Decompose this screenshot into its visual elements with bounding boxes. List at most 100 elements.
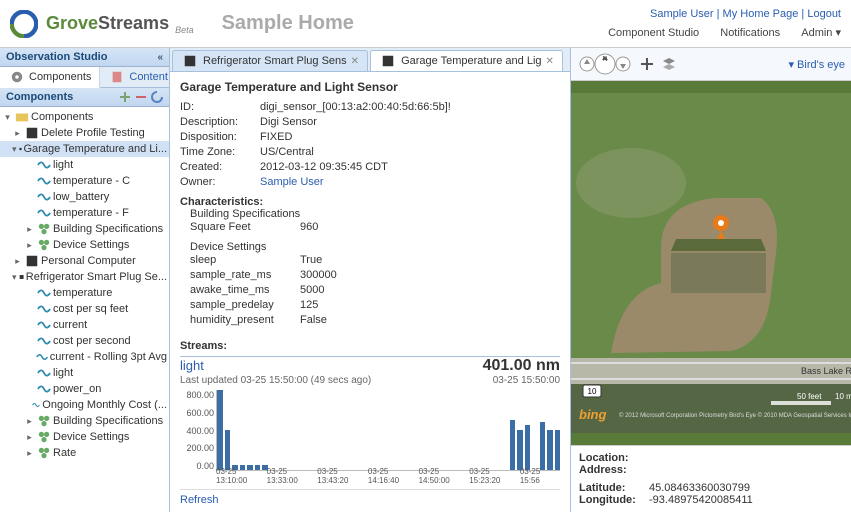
predelay-label: sample_predelay: [190, 298, 300, 313]
stream-light-ts: 03-25 15:50:00: [493, 375, 560, 386]
top-nav: Component Studio Notifications Admin ▾: [590, 26, 841, 39]
tree-ongoing[interactable]: Ongoing Monthly Cost (...: [0, 397, 169, 413]
add-icon[interactable]: [119, 91, 131, 103]
tree-light2[interactable]: light: [0, 365, 169, 381]
tree-current[interactable]: current: [0, 317, 169, 333]
owner-link[interactable]: Sample User: [260, 176, 324, 188]
remove-icon[interactable]: [135, 91, 147, 103]
tree-fridge[interactable]: ▾Refrigerator Smart Plug Se...: [0, 269, 169, 285]
stream-icon: [37, 334, 51, 348]
nav-admin[interactable]: Admin ▾: [801, 26, 841, 39]
stream-light-name[interactable]: light: [180, 358, 204, 373]
right-column: N ▾ Bird's eye Bass Lake Rd 10 50 feet10…: [571, 48, 851, 512]
tab-fridge-label: Refrigerator Smart Plug Sens: [203, 55, 347, 67]
group-icon: [37, 430, 51, 444]
nav-notifications[interactable]: Notifications: [720, 27, 780, 39]
tree-temp-c[interactable]: temperature - C: [0, 173, 169, 189]
desc-value: Digi Sensor: [260, 115, 317, 130]
lon-label: Longitude:: [579, 494, 649, 506]
lat-value: 45.08463360030799: [649, 482, 750, 494]
svg-text:bing: bing: [579, 407, 606, 422]
compass-icon[interactable]: N: [577, 52, 633, 76]
tree-light[interactable]: light: [0, 157, 169, 173]
close-icon[interactable]: ✕: [546, 56, 554, 67]
tree-cost-sec[interactable]: cost per second: [0, 333, 169, 349]
characteristics-label: Characteristics:: [180, 196, 560, 208]
tab-components[interactable]: Components: [0, 67, 100, 88]
page-title: Sample Home: [222, 12, 354, 35]
nav-component-studio[interactable]: Component Studio: [608, 27, 699, 39]
sleep-value: True: [300, 253, 322, 268]
refresh-icon[interactable]: [151, 91, 163, 103]
srate-label: sample_rate_ms: [190, 268, 300, 283]
component-icon: [25, 254, 39, 268]
tree-temperature[interactable]: temperature: [0, 285, 169, 301]
awake-label: awake_time_ms: [190, 283, 300, 298]
tab-content-label: Content: [129, 71, 168, 83]
tree-personal-comp[interactable]: ▸Personal Computer: [0, 253, 169, 269]
map-image: Bass Lake Rd 10 50 feet10 m bing © 2012 …: [571, 81, 851, 445]
component-tree[interactable]: ▾Components ▸Delete Profile Testing ▾Gar…: [0, 107, 169, 512]
tree-build-spec2[interactable]: ▸Building Specifications: [0, 413, 169, 429]
predelay-value: 125: [300, 298, 318, 313]
beta-label: Beta: [175, 25, 194, 35]
tree-dev-set2[interactable]: ▸Device Settings: [0, 429, 169, 445]
tree-rate[interactable]: ▸Rate: [0, 445, 169, 461]
map[interactable]: Bass Lake Rd 10 50 feet10 m bing © 2012 …: [571, 81, 851, 445]
svg-text:Bass Lake Rd: Bass Lake Rd: [801, 366, 851, 376]
desc-label: Description:: [180, 115, 260, 130]
tree-root[interactable]: ▾Components: [0, 109, 169, 125]
components-header: Components: [0, 88, 169, 107]
doc-icon: [110, 70, 124, 84]
tz-label: Time Zone:: [180, 145, 260, 160]
location-label: Location:: [579, 452, 649, 464]
disp-value: FIXED: [260, 130, 292, 145]
tree-low-batt[interactable]: low_battery: [0, 189, 169, 205]
lon-value: -93.48975420085411: [649, 494, 753, 506]
layers-icon[interactable]: [661, 56, 677, 72]
awake-value: 5000: [300, 283, 324, 298]
tab-fridge[interactable]: Refrigerator Smart Plug Sens ✕: [172, 50, 368, 71]
stream-icon: [37, 286, 51, 300]
tree-power-on[interactable]: power_on: [0, 381, 169, 397]
id-value: digi_sensor_[00:13:a2:00:40:5d:66:5b]!: [260, 100, 451, 115]
sqft-value: 960: [300, 220, 318, 235]
stream-light: light401.00 nm Last updated 03-25 15:50:…: [180, 357, 560, 490]
tree-garage[interactable]: ▾Garage Temperature and Li...: [0, 141, 169, 157]
bspec-label: Building Specifications: [190, 208, 560, 220]
zoom-icon[interactable]: [639, 56, 655, 72]
group-icon: [37, 446, 51, 460]
tree-current-roll[interactable]: current - Rolling 3pt Avg: [0, 349, 169, 365]
tab-garage[interactable]: Garage Temperature and Lig ✕: [370, 50, 563, 71]
tree-build-spec[interactable]: ▸Building Specifications: [0, 221, 169, 237]
close-icon[interactable]: ✕: [351, 56, 359, 67]
stream-icon: [37, 158, 51, 172]
stream-light-updated: Last updated 03-25 15:50:00 (49 secs ago…: [180, 375, 371, 386]
svg-text:© 2012 Microsoft Corporation: © 2012 Microsoft Corporation Pictometry …: [619, 412, 851, 419]
user-link[interactable]: Sample User: [650, 8, 714, 20]
stream-icon: [37, 382, 51, 396]
logo-wrap: GroveStreams Beta Sample Home: [10, 10, 354, 38]
center-tabs: Refrigerator Smart Plug Sens ✕ Garage Te…: [170, 48, 570, 72]
home-link[interactable]: My Home Page: [723, 8, 799, 20]
center-body: Garage Temperature and Light Sensor ID:d…: [170, 72, 570, 512]
left-column: Observation Studio « Components Content …: [0, 48, 170, 512]
gear-icon: [10, 70, 24, 84]
map-mode[interactable]: ▾ Bird's eye: [788, 58, 845, 71]
detail-title: Garage Temperature and Light Sensor: [180, 80, 560, 94]
logout-link[interactable]: Logout: [807, 8, 841, 20]
tab-content[interactable]: Content: [100, 67, 177, 87]
id-label: ID:: [180, 100, 260, 115]
tree-dev-set[interactable]: ▸Device Settings: [0, 237, 169, 253]
collapse-icon[interactable]: «: [157, 52, 163, 63]
sqft-label: Square Feet: [190, 220, 300, 235]
observation-studio-title: Observation Studio: [6, 51, 107, 63]
tree-temp-f[interactable]: temperature - F: [0, 205, 169, 221]
refresh-link[interactable]: Refresh: [180, 494, 560, 506]
body: Observation Studio « Components Content …: [0, 48, 851, 512]
tree-delete-profile[interactable]: ▸Delete Profile Testing: [0, 125, 169, 141]
tree-cost-sqft[interactable]: cost per sq feet: [0, 301, 169, 317]
component-icon: [19, 142, 22, 156]
tab-garage-label: Garage Temperature and Lig: [401, 55, 541, 67]
created-value: 2012-03-12 09:35:45 CDT: [260, 160, 388, 175]
